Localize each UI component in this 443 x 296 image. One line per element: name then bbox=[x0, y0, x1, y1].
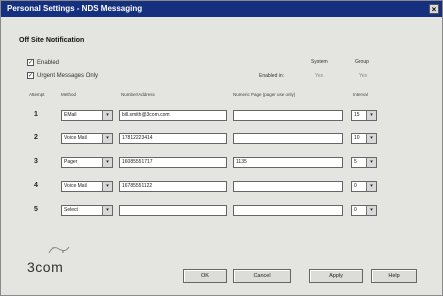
apply-button[interactable]: Apply bbox=[309, 269, 363, 283]
interval-5-select[interactable]: 0 ▾ bbox=[351, 205, 377, 216]
method-2-select[interactable]: Voice Mail ▾ bbox=[61, 133, 113, 144]
group-enabled-value: Yes bbox=[359, 73, 368, 79]
urgent-only-label: Urgent Messages Only bbox=[37, 72, 99, 79]
interval-4-value: 0 bbox=[354, 183, 357, 189]
method-2-value: Voice Mail bbox=[64, 135, 87, 141]
address-1-input[interactable]: bill.smith@3com.com bbox=[119, 110, 227, 121]
number-header: Number/Address bbox=[121, 92, 155, 97]
chevron-down-icon[interactable]: ▾ bbox=[366, 206, 376, 215]
chevron-down-icon[interactable]: ▾ bbox=[366, 158, 376, 167]
method-4-select[interactable]: Voice Mail ▾ bbox=[61, 181, 113, 192]
chevron-down-icon[interactable]: ▾ bbox=[102, 206, 112, 215]
numeric-1-input[interactable] bbox=[233, 110, 343, 121]
ok-button[interactable]: OK bbox=[183, 269, 227, 283]
interval-3-value: 5 bbox=[354, 159, 357, 165]
title-bar: Personal Settings - NDS Messaging × bbox=[1, 1, 442, 17]
chevron-down-icon[interactable]: ▾ bbox=[102, 158, 112, 167]
attempt-2-number: 2 bbox=[34, 134, 38, 141]
urgent-only-checkbox-row[interactable]: ✓ Urgent Messages Only bbox=[27, 72, 98, 79]
enabled-checkbox[interactable]: ✓ bbox=[27, 59, 34, 66]
interval-1-value: 15 bbox=[354, 112, 360, 118]
method-1-select[interactable]: EMail ▾ bbox=[61, 110, 113, 121]
window-title: Personal Settings - NDS Messaging bbox=[7, 4, 143, 13]
interval-2-select[interactable]: 10 ▾ bbox=[351, 133, 377, 144]
settings-window: Personal Settings - NDS Messaging × Off … bbox=[0, 0, 443, 296]
chevron-down-icon[interactable]: ▾ bbox=[366, 182, 376, 191]
numeric-4-input[interactable] bbox=[233, 181, 343, 192]
cancel-button[interactable]: Cancel bbox=[233, 269, 291, 283]
numeric-2-input[interactable] bbox=[233, 133, 343, 144]
chevron-down-icon[interactable]: ▾ bbox=[102, 182, 112, 191]
chevron-down-icon[interactable]: ▾ bbox=[102, 111, 112, 120]
interval-5-value: 0 bbox=[354, 207, 357, 213]
method-4-value: Voice Mail bbox=[64, 183, 87, 189]
interval-3-select[interactable]: 5 ▾ bbox=[351, 157, 377, 168]
chevron-down-icon[interactable]: ▾ bbox=[102, 134, 112, 143]
enabled-in-label: Enabled in: bbox=[259, 73, 285, 79]
enabled-checkbox-row[interactable]: ✓ Enabled bbox=[27, 59, 59, 66]
help-button[interactable]: Help bbox=[371, 269, 417, 283]
logo-mark-icon bbox=[47, 243, 71, 257]
attempt-4-number: 4 bbox=[34, 182, 38, 189]
method-5-select[interactable]: Select ▾ bbox=[61, 205, 113, 216]
attempt-header: Attempt bbox=[29, 92, 45, 97]
group-col-header: Group bbox=[355, 59, 369, 65]
method-header: Method bbox=[61, 92, 77, 97]
enabled-label: Enabled bbox=[37, 59, 60, 66]
method-5-value: Select bbox=[64, 207, 78, 213]
address-4-input[interactable]: 16785551122 bbox=[119, 181, 227, 192]
close-icon[interactable]: × bbox=[429, 4, 439, 14]
method-3-value: Pager bbox=[64, 159, 78, 165]
company-logo: 3com bbox=[27, 259, 64, 275]
chevron-down-icon[interactable]: ▾ bbox=[366, 111, 376, 120]
section-title: Off Site Notification bbox=[19, 37, 85, 44]
attempt-1-number: 1 bbox=[34, 111, 38, 118]
address-5-input[interactable] bbox=[119, 205, 227, 216]
method-1-value: EMail bbox=[64, 112, 77, 118]
interval-header: Interval bbox=[353, 92, 368, 97]
numeric-3-input[interactable]: 1135 bbox=[233, 157, 343, 168]
chevron-down-icon[interactable]: ▾ bbox=[366, 134, 376, 143]
system-col-header: System bbox=[311, 59, 328, 65]
address-3-input[interactable]: 16085551717 bbox=[119, 157, 227, 168]
urgent-only-checkbox[interactable]: ✓ bbox=[27, 72, 34, 79]
attempt-3-number: 3 bbox=[34, 158, 38, 165]
interval-2-value: 10 bbox=[354, 135, 360, 141]
method-3-select[interactable]: Pager ▾ bbox=[61, 157, 113, 168]
interval-4-select[interactable]: 0 ▾ bbox=[351, 181, 377, 192]
numeric-page-header: Numeric Page (pager use only) bbox=[233, 92, 296, 97]
numeric-5-input[interactable] bbox=[233, 205, 343, 216]
address-2-input[interactable]: 17812223414 bbox=[119, 133, 227, 144]
attempt-5-number: 5 bbox=[34, 206, 38, 213]
interval-1-select[interactable]: 15 ▾ bbox=[351, 110, 377, 121]
system-enabled-value: Yes bbox=[315, 73, 324, 79]
